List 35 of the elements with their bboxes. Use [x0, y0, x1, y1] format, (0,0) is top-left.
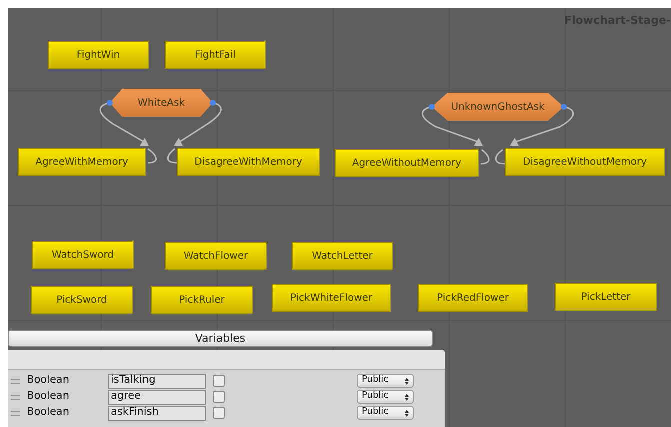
value-checkbox[interactable] [213, 407, 225, 419]
value-checkbox[interactable] [213, 375, 225, 387]
flow-block[interactable]: DisagreeWithMemory [177, 148, 320, 176]
flow-block[interactable]: WatchFlower [165, 242, 267, 270]
value-checkbox[interactable] [213, 391, 225, 403]
flow-block[interactable]: WatchSword [32, 241, 134, 269]
drag-handle-icon[interactable] [11, 410, 20, 416]
variables-button[interactable]: Variables [8, 330, 433, 347]
variable-type: Boolean [27, 405, 71, 420]
flow-block[interactable]: PickRedFlower [418, 284, 528, 312]
event-block[interactable]: WhiteAsk [110, 89, 213, 117]
variable-type: Boolean [27, 389, 71, 404]
flow-block[interactable]: AgreeWithMemory [18, 148, 146, 176]
flow-block[interactable]: PickSword [31, 286, 133, 314]
flow-block[interactable]: DisagreeWithoutMemory [505, 148, 665, 176]
updown-icon [405, 394, 409, 400]
flow-block[interactable]: PickRuler [151, 286, 253, 314]
flow-block[interactable]: WatchLetter [292, 242, 393, 270]
access-dropdown[interactable]: Public [357, 390, 414, 404]
variable-name-field[interactable]: askFinish [108, 406, 206, 420]
flow-block[interactable]: PickWhiteFlower [272, 284, 391, 312]
drag-handle-icon[interactable] [11, 394, 20, 400]
drag-handle-icon[interactable] [11, 378, 20, 384]
updown-icon [405, 410, 409, 416]
updown-icon [405, 378, 409, 384]
flow-block[interactable]: FightWin [48, 41, 149, 69]
flow-block[interactable]: FightFail [165, 41, 266, 69]
variable-name-field[interactable]: agree [108, 390, 206, 404]
variable-name-field[interactable]: isTalking [108, 374, 206, 388]
variable-type: Boolean [27, 373, 71, 388]
flow-block[interactable]: AgreeWithoutMemory [335, 149, 479, 177]
flow-block[interactable]: PickLetter [555, 283, 657, 311]
event-block[interactable]: UnknownGhostAsk [432, 93, 564, 121]
access-dropdown[interactable]: Public [357, 406, 414, 420]
access-dropdown[interactable]: Public [357, 374, 414, 388]
